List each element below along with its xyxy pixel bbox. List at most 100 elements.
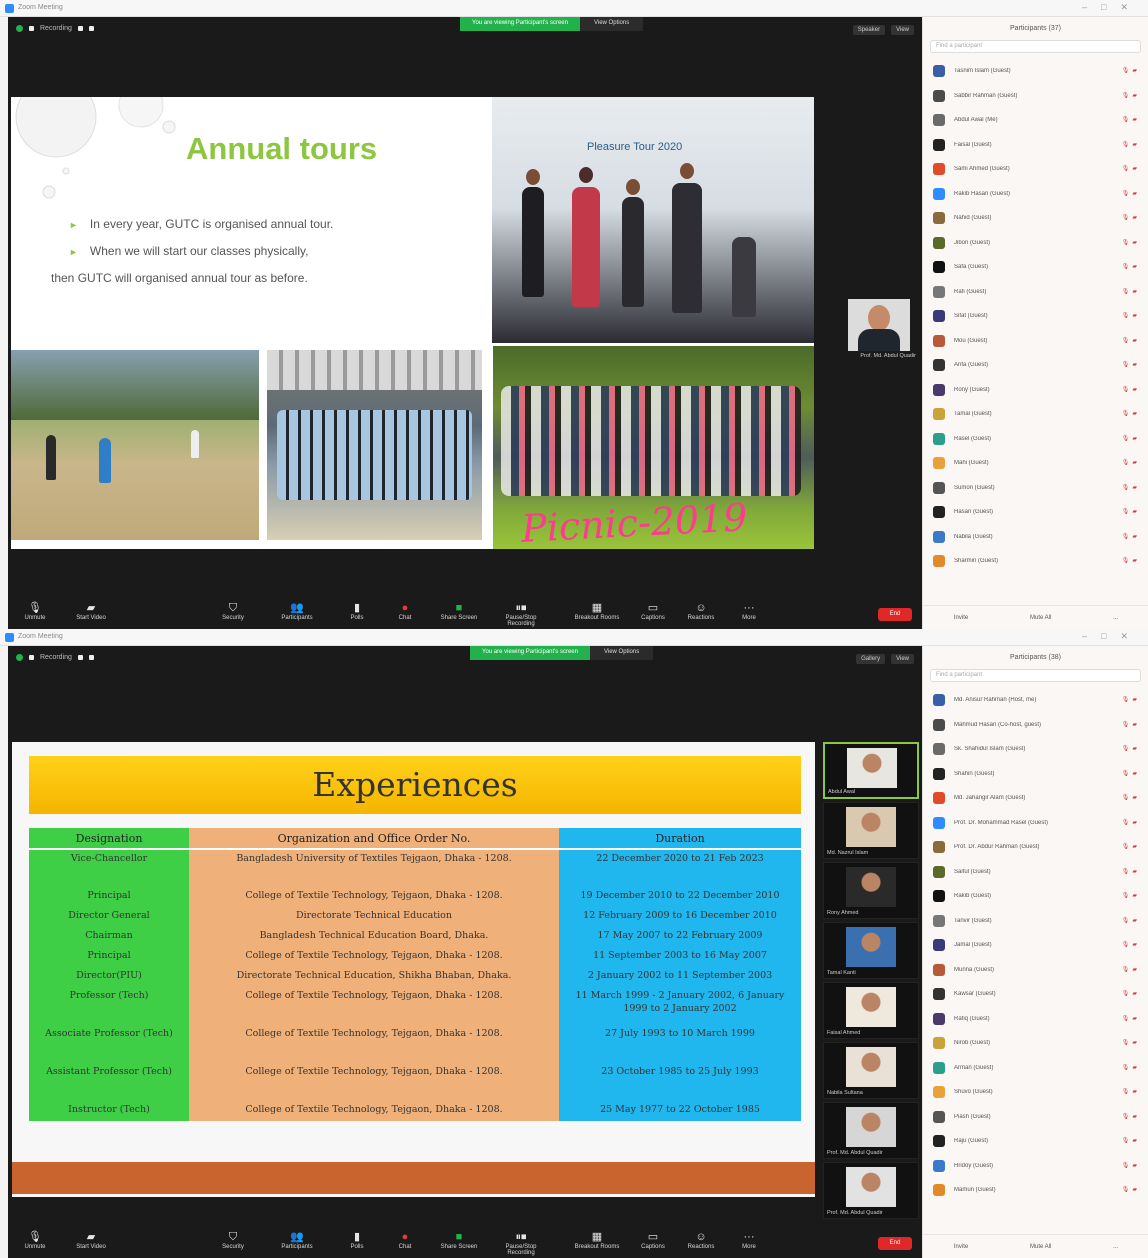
participant-row[interactable]: Shahin (Guest) 🎙▰ [923,762,1148,787]
shield-icon[interactable] [16,654,23,661]
reactions-button[interactable]: ☺ Reactions [678,601,724,621]
window-controls[interactable]: –□✕ [1082,631,1142,642]
muted-mic-video-icon[interactable]: 🎙▰ [1122,917,1140,924]
muted-mic-video-icon[interactable]: 🎙▰ [1122,533,1140,540]
participant-row[interactable]: Md. Anisur Rahman (Host, me) 🎙▰ [923,688,1148,713]
muted-mic-video-icon[interactable]: 🎙▰ [1122,459,1140,466]
muted-mic-video-icon[interactable]: 🎙▰ [1122,941,1140,948]
participant-row[interactable]: Munna (Guest) 🎙▰ [923,958,1148,983]
muted-mic-video-icon[interactable]: 🎙▰ [1122,843,1140,850]
participants-button[interactable]: 👥 Participants [274,601,320,621]
muted-mic-video-icon[interactable]: 🎙▰ [1122,190,1140,197]
participant-row[interactable]: Hridoy (Guest) 🎙▰ [923,1154,1148,1179]
chat-button[interactable]: ● Chat [382,601,428,621]
muted-mic-video-icon[interactable]: 🎙▰ [1122,239,1140,246]
captions-button[interactable]: ▭ Captions [630,1230,676,1250]
share-screen-button[interactable]: ■ Share Screen [436,1230,482,1250]
participant-row[interactable]: Rafiq (Guest) 🎙▰ [923,1007,1148,1032]
participant-video-tile[interactable]: Prof. Md. Abdul Quadir [823,1162,919,1219]
participant-row[interactable]: Shuvo (Guest) 🎙▰ [923,1080,1148,1105]
muted-mic-video-icon[interactable]: 🎙▰ [1122,288,1140,295]
breakout-rooms-button[interactable]: ▦ Breakout Rooms [574,1230,620,1250]
polls-button[interactable]: ▮ Polls [334,1230,380,1250]
participant-row[interactable]: Tanvir (Guest) 🎙▰ [923,909,1148,934]
muted-mic-video-icon[interactable]: 🎙▰ [1122,67,1140,74]
muted-mic-video-icon[interactable]: 🎙▰ [1122,1162,1140,1169]
participant-row[interactable]: Kawsar (Guest) 🎙▰ [923,982,1148,1007]
muted-mic-video-icon[interactable]: 🎙▰ [1122,1113,1140,1120]
shield-icon[interactable] [16,25,23,32]
end-meeting-button[interactable]: End [878,608,912,621]
muted-mic-video-icon[interactable]: 🎙▰ [1122,165,1140,172]
participant-row[interactable]: Mamun (Guest) 🎙▰ [923,1178,1148,1203]
participant-row[interactable]: Mou (Guest) 🎙▰ [923,329,1148,354]
participant-row[interactable]: Prof. Dr. Mohammad Rasel (Guest) 🎙▰ [923,811,1148,836]
muted-mic-video-icon[interactable]: 🎙▰ [1122,557,1140,564]
start-video-button[interactable]: ▰ Start Video [68,1230,114,1250]
muted-mic-video-icon[interactable]: 🎙▰ [1122,1137,1140,1144]
view-menu-button[interactable]: View [891,654,914,664]
muted-mic-video-icon[interactable]: 🎙▰ [1122,312,1140,319]
participant-video-tile[interactable]: Abdul Awal [823,742,919,799]
participant-video-tile[interactable] [848,299,910,351]
participant-row[interactable]: Sabbir Rahman (Guest) 🎙▰ [923,84,1148,109]
view-options-button[interactable]: View Options [589,646,654,660]
gallery-view-button[interactable]: Gallery [856,654,886,664]
stop-icon[interactable] [88,26,94,31]
participant-row[interactable]: Arifa (Guest) 🎙▰ [923,353,1148,378]
muted-mic-video-icon[interactable]: 🎙▰ [1122,484,1140,491]
captions-button[interactable]: ▭ Captions [630,601,676,621]
participant-row[interactable]: Nahid (Guest) 🎙▰ [923,206,1148,231]
participant-row[interactable]: Arman (Guest) 🎙▰ [923,1056,1148,1081]
security-button[interactable]: ⛉ Security [210,1230,256,1250]
stop-icon[interactable] [88,655,94,660]
end-meeting-button[interactable]: End [878,1237,912,1250]
participant-video-tile[interactable]: Prof. Md. Abdul Quadir [823,1102,919,1159]
participant-search-input[interactable]: Find a participant [930,40,1141,53]
participant-row[interactable]: Rony (Guest) 🎙▰ [923,378,1148,403]
participant-row[interactable]: Faisal (Guest) 🎙▰ [923,133,1148,158]
muted-mic-video-icon[interactable]: 🎙▰ [1122,116,1140,123]
muted-mic-video-icon[interactable]: 🎙▰ [1122,386,1140,393]
participant-row[interactable]: Tamal (Guest) 🎙▰ [923,402,1148,427]
muted-mic-video-icon[interactable]: 🎙▰ [1122,263,1140,270]
muted-mic-video-icon[interactable]: 🎙▰ [1122,1186,1140,1193]
participant-search-input[interactable]: Find a participant [930,669,1141,682]
unmute-button[interactable]: 🎙 Unmute [12,1230,58,1250]
pause-stop-recording-button[interactable]: ⏸⏹ Pause/Stop Recording [492,1230,550,1256]
participant-row[interactable]: Saiful (Guest) 🎙▰ [923,860,1148,885]
muted-mic-video-icon[interactable]: 🎙▰ [1122,990,1140,997]
mute-all-button[interactable]: Mute All [1030,1244,1051,1250]
participants-button[interactable]: 👥 Participants [274,1230,320,1250]
participant-row[interactable]: Prof. Dr. Abdur Rahman (Guest) 🎙▰ [923,835,1148,860]
muted-mic-video-icon[interactable]: 🎙▰ [1122,508,1140,515]
muted-mic-video-icon[interactable]: 🎙▰ [1122,141,1140,148]
participant-video-tile[interactable]: Md. Nazrul Islam [823,802,919,859]
muted-mic-video-icon[interactable]: 🎙▰ [1122,1039,1140,1046]
window-controls[interactable]: –□✕ [1082,2,1142,13]
breakout-rooms-button[interactable]: ▦ Breakout Rooms [574,601,620,621]
speaker-view-button[interactable]: Speaker [852,25,886,35]
muted-mic-video-icon[interactable]: 🎙▰ [1122,819,1140,826]
start-video-button[interactable]: ▰ Start Video [68,601,114,621]
participant-row[interactable]: Sifat (Guest) 🎙▰ [923,304,1148,329]
participant-row[interactable]: Md. Jahangir Alam (Guest) 🎙▰ [923,786,1148,811]
participant-row[interactable]: Rakib Hasan (Guest) 🎙▰ [923,182,1148,207]
participant-row[interactable]: Rakib (Guest) 🎙▰ [923,884,1148,909]
more-options-button[interactable]: ... [1113,615,1118,621]
reactions-button[interactable]: ☺ Reactions [678,1230,724,1250]
more-button[interactable]: ··· More [726,601,772,621]
pause-icon[interactable] [77,26,83,31]
view-menu-button[interactable]: View [891,25,914,35]
muted-mic-video-icon[interactable]: 🎙▰ [1122,721,1140,728]
pause-icon[interactable] [77,655,83,660]
muted-mic-video-icon[interactable]: 🎙▰ [1122,410,1140,417]
muted-mic-video-icon[interactable]: 🎙▰ [1122,966,1140,973]
chat-button[interactable]: ● Chat [382,1230,428,1250]
muted-mic-video-icon[interactable]: 🎙▰ [1122,1064,1140,1071]
muted-mic-video-icon[interactable]: 🎙▰ [1122,696,1140,703]
muted-mic-video-icon[interactable]: 🎙▰ [1122,361,1140,368]
muted-mic-video-icon[interactable]: 🎙▰ [1122,435,1140,442]
more-options-button[interactable]: ... [1113,1244,1118,1250]
participant-row[interactable]: Safa (Guest) 🎙▰ [923,255,1148,280]
